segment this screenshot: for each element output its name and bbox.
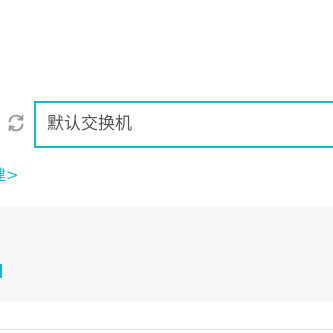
switch-select[interactable]: 默认交换机 [34,101,333,148]
suggestion-link[interactable]: 建> [0,168,19,183]
info-panel [0,206,333,302]
switch-select-value: 默认交换机 [47,114,132,134]
divider [0,329,333,330]
refresh-button[interactable] [5,112,27,134]
refresh-icon [6,113,26,133]
page: 默认交换机 建> [0,0,333,333]
panel-accent-marker [0,264,2,278]
